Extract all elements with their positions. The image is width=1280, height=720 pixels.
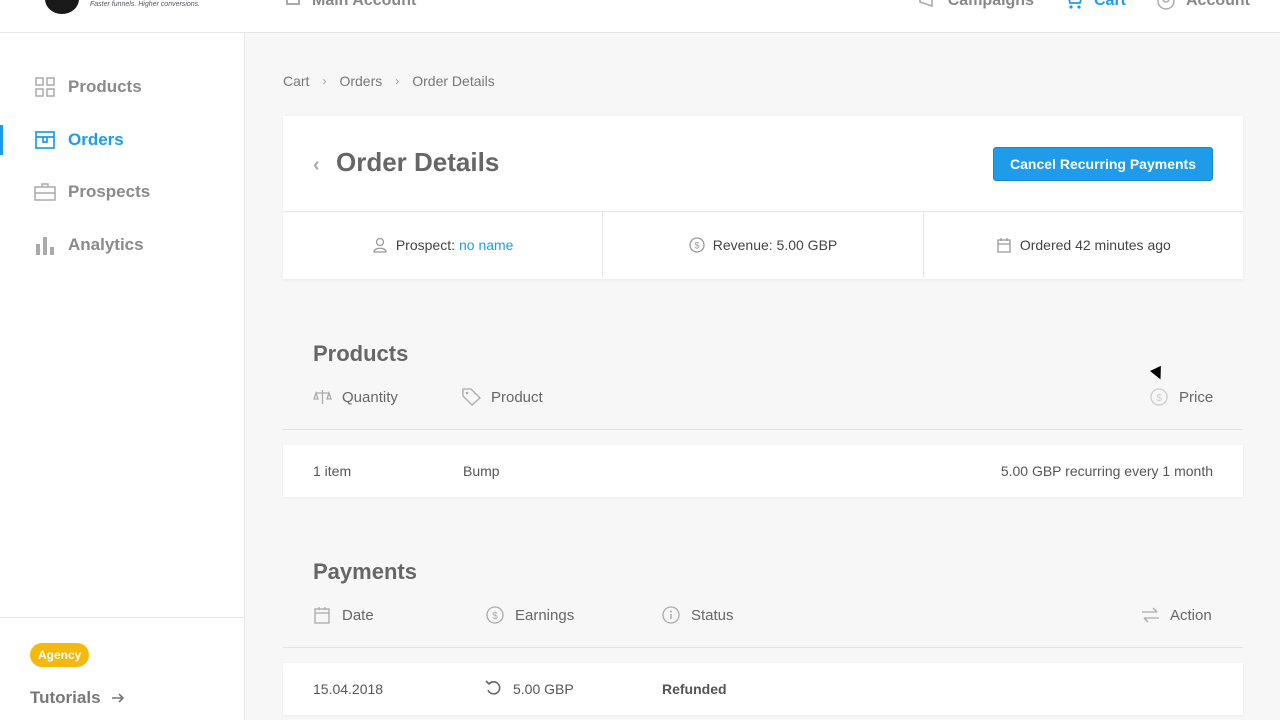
account-icon bbox=[286, 0, 300, 5]
row-status: Refunded bbox=[662, 681, 727, 697]
sidebar-item-label: Products bbox=[68, 77, 142, 96]
order-details-card: ‹ Order Details Cancel Recurring Payment… bbox=[283, 116, 1243, 279]
briefcase-icon bbox=[34, 181, 56, 203]
divider bbox=[283, 429, 1243, 430]
top-nav: Campaigns Cart Account bbox=[918, 0, 1280, 10]
sidebar: Products Orders Prospects Analytics Agen… bbox=[0, 33, 245, 720]
earnings-header-label: Earnings bbox=[515, 606, 575, 624]
breadcrumb-cart[interactable]: Cart bbox=[283, 73, 309, 89]
status-header-label: Status bbox=[691, 606, 734, 624]
cancel-recurring-payments-button[interactable]: Cancel Recurring Payments bbox=[993, 147, 1213, 181]
megaphone-icon bbox=[918, 0, 933, 8]
nav-campaigns[interactable]: Campaigns bbox=[918, 0, 1034, 10]
nav-cart[interactable]: Cart bbox=[1064, 0, 1126, 10]
top-bar: Faster funnels. Higher conversions. Main… bbox=[0, 0, 1280, 33]
prospect-stat: Prospect: no name bbox=[283, 212, 604, 278]
nav-account-label: Account bbox=[1186, 0, 1250, 9]
breadcrumb-orders[interactable]: Orders bbox=[339, 73, 382, 89]
sidebar-footer: Agency Tutorials bbox=[0, 617, 244, 707]
row-earnings: 5.00 GBP bbox=[513, 681, 574, 697]
account-selector-label: Main Account bbox=[312, 0, 417, 9]
row-quantity: 1 item bbox=[313, 463, 352, 479]
status-column-header: Status bbox=[662, 606, 734, 624]
chevron-right-icon: › bbox=[322, 74, 327, 88]
page-title: Order Details bbox=[336, 147, 500, 177]
svg-text:$: $ bbox=[694, 241, 699, 251]
grid-icon bbox=[34, 76, 56, 98]
date-column-header: Date bbox=[313, 606, 374, 624]
sidebar-item-products[interactable]: Products bbox=[0, 72, 244, 102]
calendar-icon bbox=[314, 607, 330, 624]
order-header: ‹ Order Details Cancel Recurring Payment… bbox=[283, 116, 1243, 212]
coin-icon: $ bbox=[1150, 388, 1168, 406]
action-header-label: Action bbox=[1170, 606, 1212, 624]
box-icon bbox=[34, 129, 56, 151]
mouse-cursor bbox=[1150, 365, 1166, 382]
payments-section-title: Payments bbox=[313, 559, 417, 584]
divider bbox=[283, 647, 1243, 648]
prospect-link[interactable]: no name bbox=[459, 237, 513, 253]
nav-cart-label: Cart bbox=[1093, 0, 1126, 9]
breadcrumb: Cart › Orders › Order Details bbox=[283, 73, 495, 89]
sidebar-item-label: Prospects bbox=[68, 182, 151, 201]
account-selector[interactable]: Main Account bbox=[286, 0, 416, 10]
row-date: 15.04.2018 bbox=[313, 681, 384, 697]
swap-arrows-icon bbox=[1142, 607, 1159, 623]
sidebar-item-orders[interactable]: Orders bbox=[0, 125, 244, 155]
revenue-stat: $ Revenue: 5.00 GBP bbox=[603, 212, 924, 278]
product-column-header: Product bbox=[462, 388, 543, 406]
sidebar-item-label: Orders bbox=[68, 130, 124, 149]
scale-icon bbox=[313, 390, 332, 404]
nav-campaigns-label: Campaigns bbox=[947, 0, 1034, 9]
user-circle-icon bbox=[1157, 0, 1175, 10]
product-header-label: Product bbox=[491, 388, 543, 406]
coin-icon: $ bbox=[689, 237, 705, 253]
sidebar-item-label: Analytics bbox=[68, 235, 144, 254]
tutorials-label: Tutorials bbox=[30, 688, 101, 707]
action-column-header: Action bbox=[1141, 606, 1212, 624]
quantity-header-label: Quantity bbox=[342, 388, 398, 406]
table-row: 15.04.2018 5.00 GBP Refunded bbox=[283, 663, 1243, 715]
ordered-time: Ordered 42 minutes ago bbox=[1019, 237, 1171, 253]
table-row: 1 item Bump 5.00 GBP recurring every 1 m… bbox=[283, 445, 1243, 497]
revenue-value: Revenue: 5.00 GBP bbox=[712, 237, 838, 253]
calendar-icon bbox=[997, 238, 1011, 253]
tag-icon bbox=[462, 388, 481, 406]
logo-tagline: Faster funnels. Higher conversions. bbox=[90, 1, 201, 8]
svg-text:$: $ bbox=[492, 611, 498, 622]
arrow-right-icon bbox=[111, 693, 124, 703]
sidebar-item-prospects[interactable]: Prospects bbox=[0, 177, 244, 207]
bar-chart-icon bbox=[34, 234, 56, 256]
row-product: Bump bbox=[463, 463, 500, 479]
ordered-stat: Ordered 42 minutes ago bbox=[924, 212, 1243, 278]
products-section-title: Products bbox=[313, 341, 409, 366]
logo[interactable] bbox=[45, 0, 79, 14]
user-icon bbox=[373, 237, 387, 253]
chevron-right-icon: › bbox=[395, 74, 400, 88]
date-header-label: Date bbox=[342, 606, 374, 624]
cart-icon bbox=[1068, 0, 1082, 9]
breadcrumb-current: Order Details bbox=[412, 73, 495, 89]
price-column-header: $ Price bbox=[1150, 388, 1213, 406]
price-header-label: Price bbox=[1179, 388, 1214, 406]
order-stats: Prospect: no name $ Revenue: 5.00 GBP Or… bbox=[283, 212, 1243, 278]
svg-text:$: $ bbox=[1156, 393, 1162, 404]
row-price: 5.00 GBP recurring every 1 month bbox=[1000, 463, 1213, 479]
quantity-column-header: Quantity bbox=[313, 388, 398, 406]
coin-icon: $ bbox=[486, 606, 504, 624]
refund-icon bbox=[485, 679, 503, 700]
back-chevron-icon[interactable]: ‹ bbox=[313, 154, 320, 177]
prospect-label: Prospect: bbox=[395, 237, 455, 253]
agency-badge: Agency bbox=[30, 643, 90, 667]
earnings-column-header: $ Earnings bbox=[486, 606, 574, 624]
sidebar-item-analytics[interactable]: Analytics bbox=[0, 230, 244, 260]
info-icon bbox=[662, 606, 680, 624]
nav-account[interactable]: Account bbox=[1156, 0, 1250, 10]
tutorials-link[interactable]: Tutorials bbox=[30, 688, 125, 708]
